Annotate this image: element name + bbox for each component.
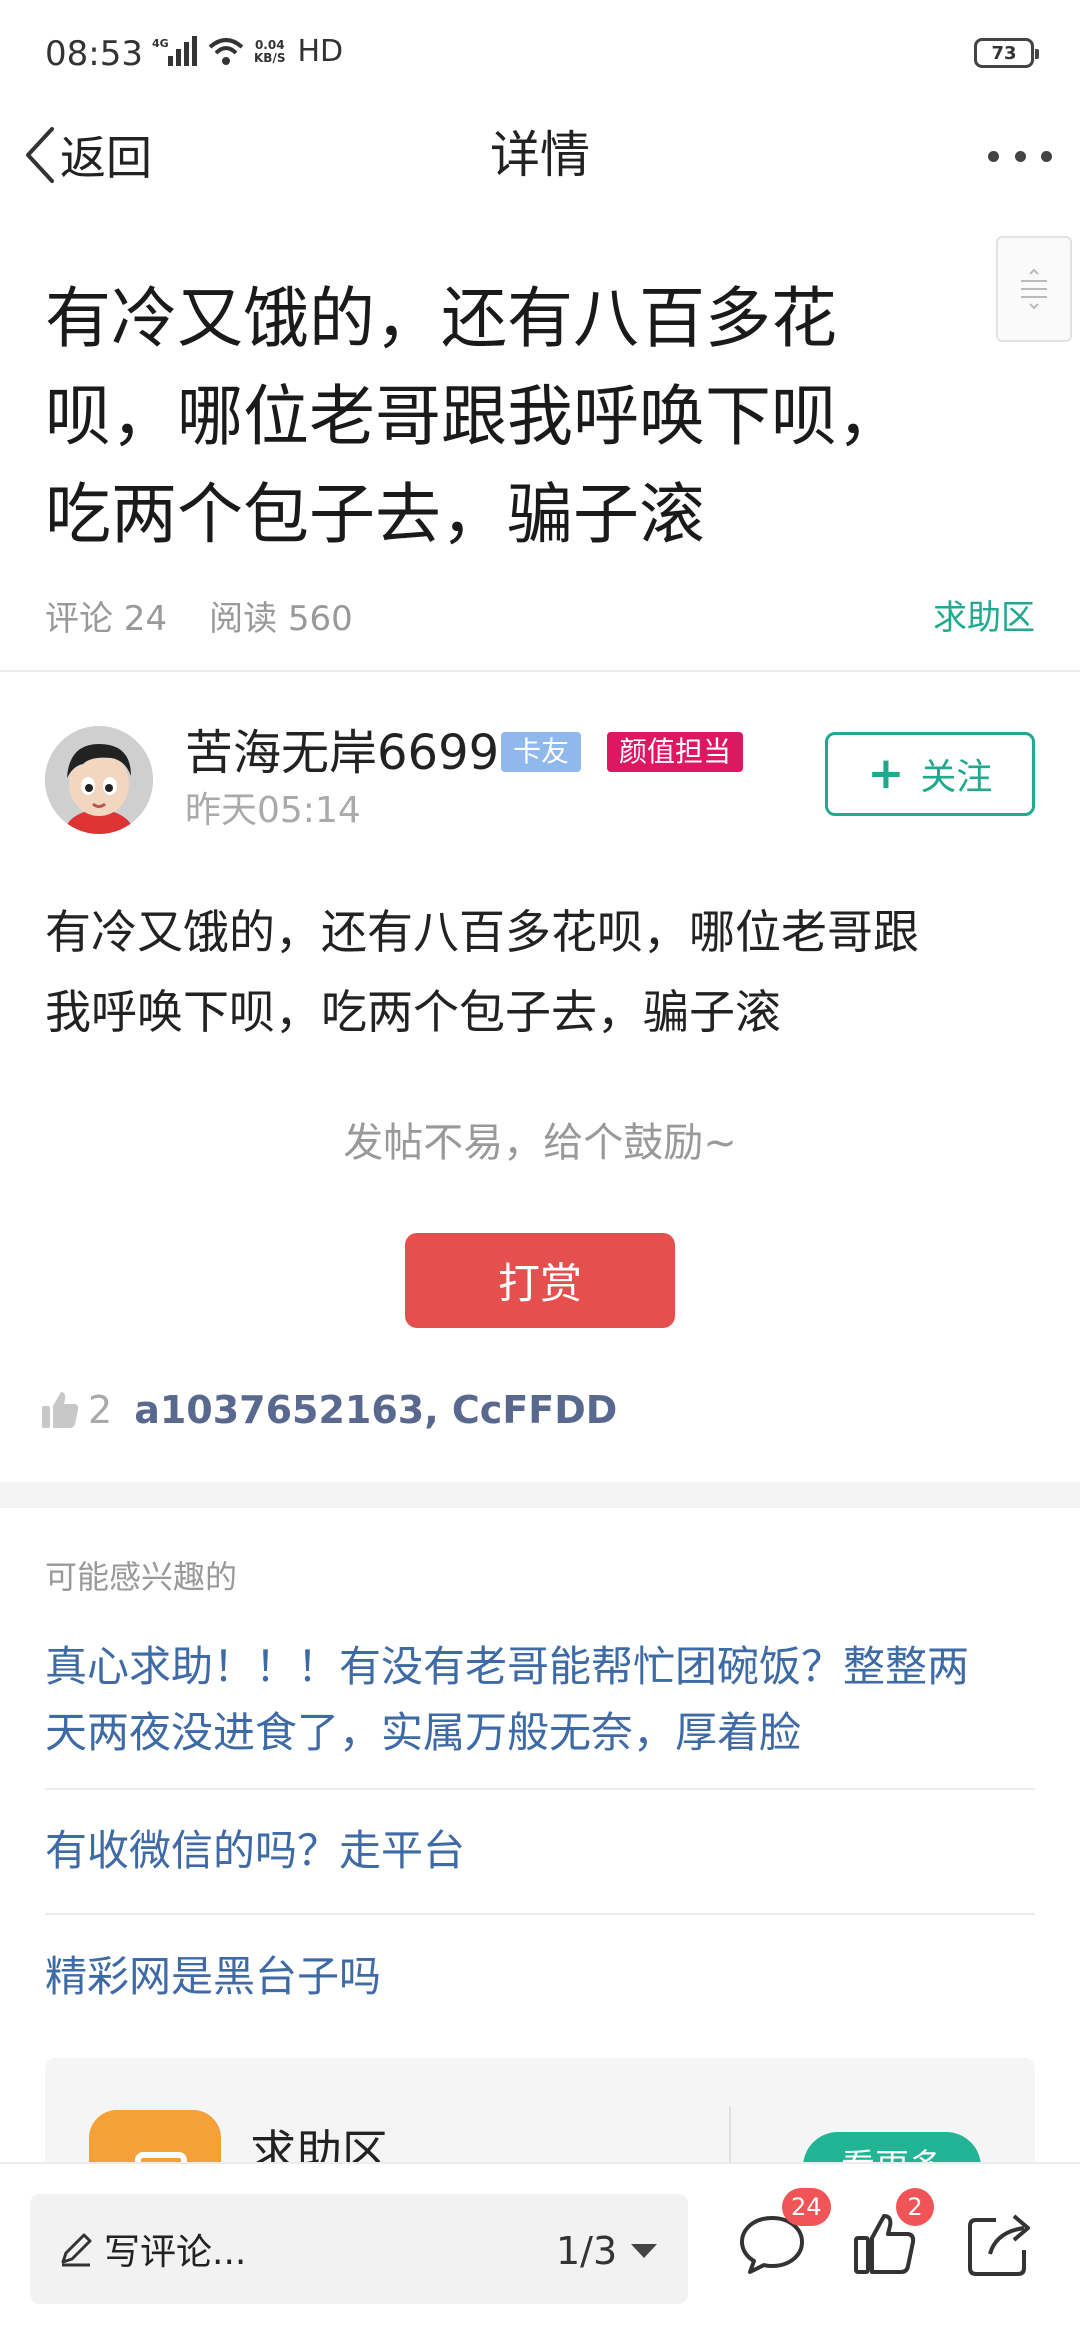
read-stat: 阅读 560: [209, 598, 353, 639]
post-body-line: 有冷又饿的，还有八百多花呗，哪位老哥跟: [45, 905, 919, 959]
nav-bar: 返回 详情: [0, 100, 1080, 212]
recommend-item[interactable]: 真心求助！！！有没有老哥能帮忙团碗饭？整整两 天两夜没进食了，实属万般无奈，厚着…: [45, 1634, 1035, 1766]
network-speed-unit: KB/S: [254, 50, 286, 65]
comment-placeholder-text: 写评论...: [104, 2232, 247, 2273]
network-speed-value: 0.04: [254, 37, 285, 52]
bottom-bar: 写评论... 1/3 24 2: [0, 2162, 1080, 2340]
board-link[interactable]: 求助区: [933, 590, 1035, 639]
status-bar: 08:53 4G 0.04 KB/S HD 73: [0, 0, 1080, 100]
recommend-item[interactable]: 精彩网是黑台子吗: [45, 1944, 1035, 2010]
recommend-heading: 可能感兴趣的: [45, 1558, 238, 1596]
plus-icon: +: [867, 748, 905, 799]
reward-button[interactable]: 打赏: [405, 1233, 675, 1328]
comment-count-badge: 24: [782, 2188, 831, 2226]
recommend-item-line: 天两夜没进食了，实属万般无奈，厚着脸: [45, 1708, 802, 1757]
like-count-badge: 2: [896, 2188, 934, 2226]
badge-kayou: 卡友: [501, 732, 582, 772]
share-icon: [968, 2214, 1030, 2276]
author-row: 苦海无岸6699 卡友 颜值担当 昨天05:14 + 关注: [45, 722, 1035, 842]
author-name[interactable]: 苦海无岸6699: [185, 722, 499, 784]
page-selector[interactable]: 1/3: [556, 2228, 658, 2274]
avatar[interactable]: [45, 726, 153, 834]
more-dots-icon[interactable]: [988, 134, 1052, 178]
post-body: 有冷又饿的，还有八百多花呗，哪位老哥跟 我呼唤下呗，吃两个包子去，骗子滚: [45, 892, 1045, 1052]
post-title-line: 吃两个包子去，骗子滚: [45, 476, 705, 553]
divider: [45, 1788, 1035, 1790]
share-button[interactable]: [960, 2204, 1040, 2284]
post-title-line: 有冷又饿的，还有八百多花: [45, 280, 837, 357]
encourage-text: 发帖不易，给个鼓励~: [343, 1120, 737, 1166]
like-row: 2 a1037652163, CcFFDD: [40, 1380, 617, 1440]
like-button[interactable]: 2: [846, 2188, 934, 2284]
page-indicator-text: 1/3: [556, 2229, 618, 2273]
hd-indicator: HD: [297, 34, 344, 69]
status-icons: 4G 0.04 KB/S HD: [152, 34, 343, 69]
cellular-signal-icon: 4G: [152, 35, 197, 66]
comment-placeholder: 写评论...: [58, 2222, 246, 2276]
thumb-up-icon[interactable]: [40, 1390, 80, 1430]
comment-button[interactable]: 24: [732, 2188, 831, 2284]
scroll-lines-icon: [1021, 269, 1047, 309]
network-speed: 0.04 KB/S: [254, 37, 286, 65]
section-divider: [0, 1482, 1080, 1508]
comment-stat: 评论 24: [45, 598, 168, 639]
recommend-item-line: 有收微信的吗？走平台: [45, 1826, 466, 1875]
recommend-item-line: 真心求助！！！有没有老哥能帮忙团碗饭？整整两: [45, 1642, 970, 1691]
follow-button[interactable]: + 关注: [825, 732, 1035, 816]
page-title: 详情: [490, 126, 590, 184]
post-title: 有冷又饿的，还有八百多花 呗，哪位老哥跟我呼唤下呗， 吃两个包子去，骗子滚: [45, 270, 1005, 564]
like-count: 2: [88, 1388, 113, 1432]
recommend-item-line: 精彩网是黑台子吗: [45, 1952, 382, 2001]
like-users[interactable]: a1037652163, CcFFDD: [134, 1388, 617, 1432]
battery-icon: 73: [974, 38, 1039, 68]
wifi-icon: [208, 37, 244, 65]
post-title-line: 呗，哪位老哥跟我呼唤下呗，: [45, 378, 903, 455]
post-meta: 评论 24 阅读 560 求助区: [45, 590, 1035, 640]
comment-input[interactable]: 写评论... 1/3: [30, 2194, 688, 2304]
pencil-icon: [61, 2233, 92, 2267]
avatar-image: [45, 726, 153, 834]
svg-text:4G: 4G: [152, 37, 169, 50]
scroll-handle-icon[interactable]: [996, 236, 1072, 342]
recommend-item[interactable]: 有收微信的吗？走平台: [45, 1818, 1035, 1884]
post-body-line: 我呼唤下呗，吃两个包子去，骗子滚: [45, 985, 781, 1039]
divider: [0, 670, 1080, 672]
badge-yanzhi: 颜值担当: [607, 732, 744, 772]
post-time: 昨天05:14: [185, 790, 361, 831]
divider: [45, 1913, 1035, 1915]
status-time: 08:53: [45, 34, 143, 74]
follow-label: 关注: [920, 757, 993, 798]
dropdown-caret-icon: [631, 2244, 658, 2258]
